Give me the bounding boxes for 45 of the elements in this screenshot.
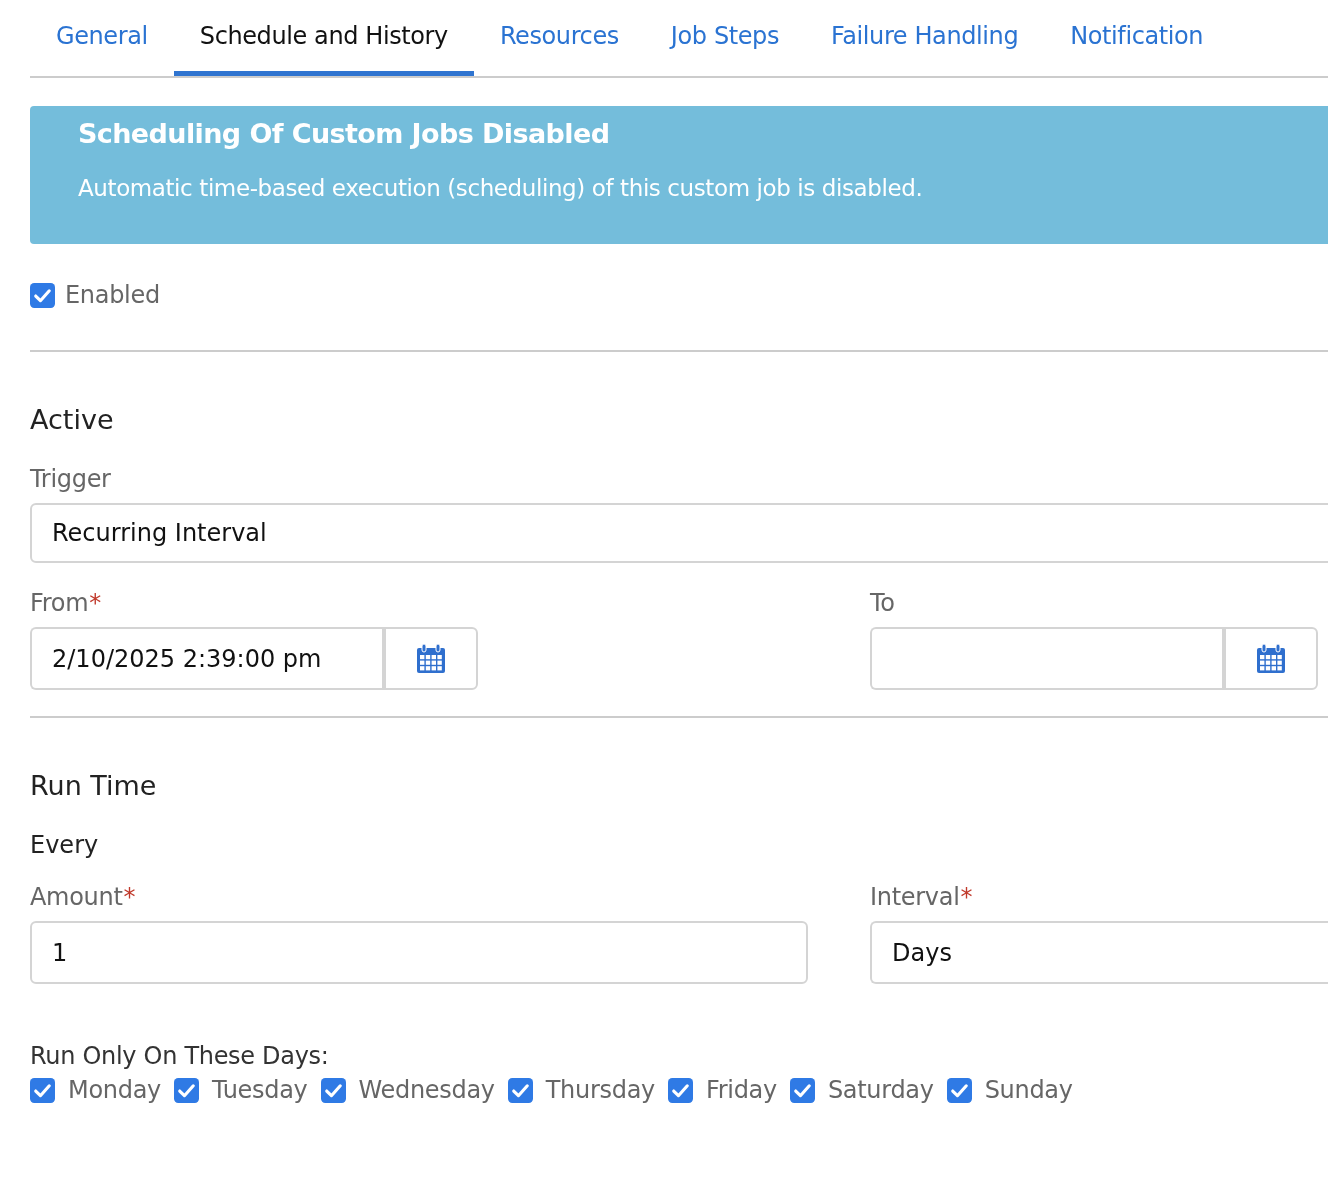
checkbox[interactable] — [667, 1077, 693, 1103]
checkbox[interactable] — [946, 1077, 972, 1103]
tab[interactable]: Job Steps — [644, 0, 806, 76]
number-input-field[interactable]: 1 — [30, 921, 808, 984]
checkbox[interactable] — [173, 1077, 199, 1103]
checkbox-label: Tuesday — [211, 1076, 308, 1104]
required-asterisk: * — [89, 589, 101, 617]
field-label: Run Only On These Days: — [30, 1042, 330, 1070]
checkbox-label: Wednesday — [358, 1076, 495, 1104]
tab[interactable]: Notification — [1044, 0, 1230, 76]
select-field[interactable]: Recurring Interval — [30, 503, 1328, 563]
field-label: Amount — [30, 883, 123, 911]
checkbox-label: Saturday — [827, 1076, 934, 1104]
calendar-icon — [1256, 643, 1286, 674]
tab[interactable]: Schedule and History — [173, 0, 474, 76]
checkbox-label: Friday — [705, 1076, 777, 1104]
calendar-icon — [416, 643, 446, 674]
checkbox-label: Thursday — [545, 1076, 655, 1104]
select-field[interactable]: Days — [870, 921, 1328, 984]
section-heading: Active — [30, 404, 115, 435]
checkbox-label: Monday — [68, 1076, 161, 1104]
required-asterisk: * — [960, 883, 973, 911]
tab[interactable]: Failure Handling — [805, 0, 1045, 76]
banner-message: Automatic time-based execution (scheduling) of this custom job is disabled. — [78, 175, 924, 201]
checkbox[interactable] — [30, 282, 55, 308]
checkbox[interactable] — [507, 1077, 533, 1103]
date-input-field[interactable]: 2/10/2025 2:39:00 pm — [30, 627, 382, 690]
field-label: To — [870, 589, 895, 617]
checkbox-label: Enabled — [65, 281, 160, 309]
calendar-button[interactable] — [1222, 627, 1318, 690]
checkbox[interactable] — [30, 1077, 55, 1103]
required-asterisk: * — [123, 883, 136, 911]
subheading: Every — [30, 831, 100, 859]
checkbox[interactable] — [320, 1077, 346, 1103]
checkbox[interactable] — [789, 1077, 815, 1103]
field-label: From — [30, 589, 89, 617]
tab[interactable]: General — [30, 0, 174, 76]
field-label: Trigger — [30, 465, 111, 493]
field-label: Interval — [870, 883, 960, 911]
banner-title: Scheduling Of Custom Jobs Disabled — [78, 118, 611, 149]
tab[interactable]: Resources — [473, 0, 645, 76]
section-heading: Run Time — [30, 770, 158, 801]
checkbox-label: Sunday — [984, 1076, 1073, 1104]
date-input-field[interactable] — [870, 627, 1222, 690]
calendar-button[interactable] — [382, 627, 478, 690]
